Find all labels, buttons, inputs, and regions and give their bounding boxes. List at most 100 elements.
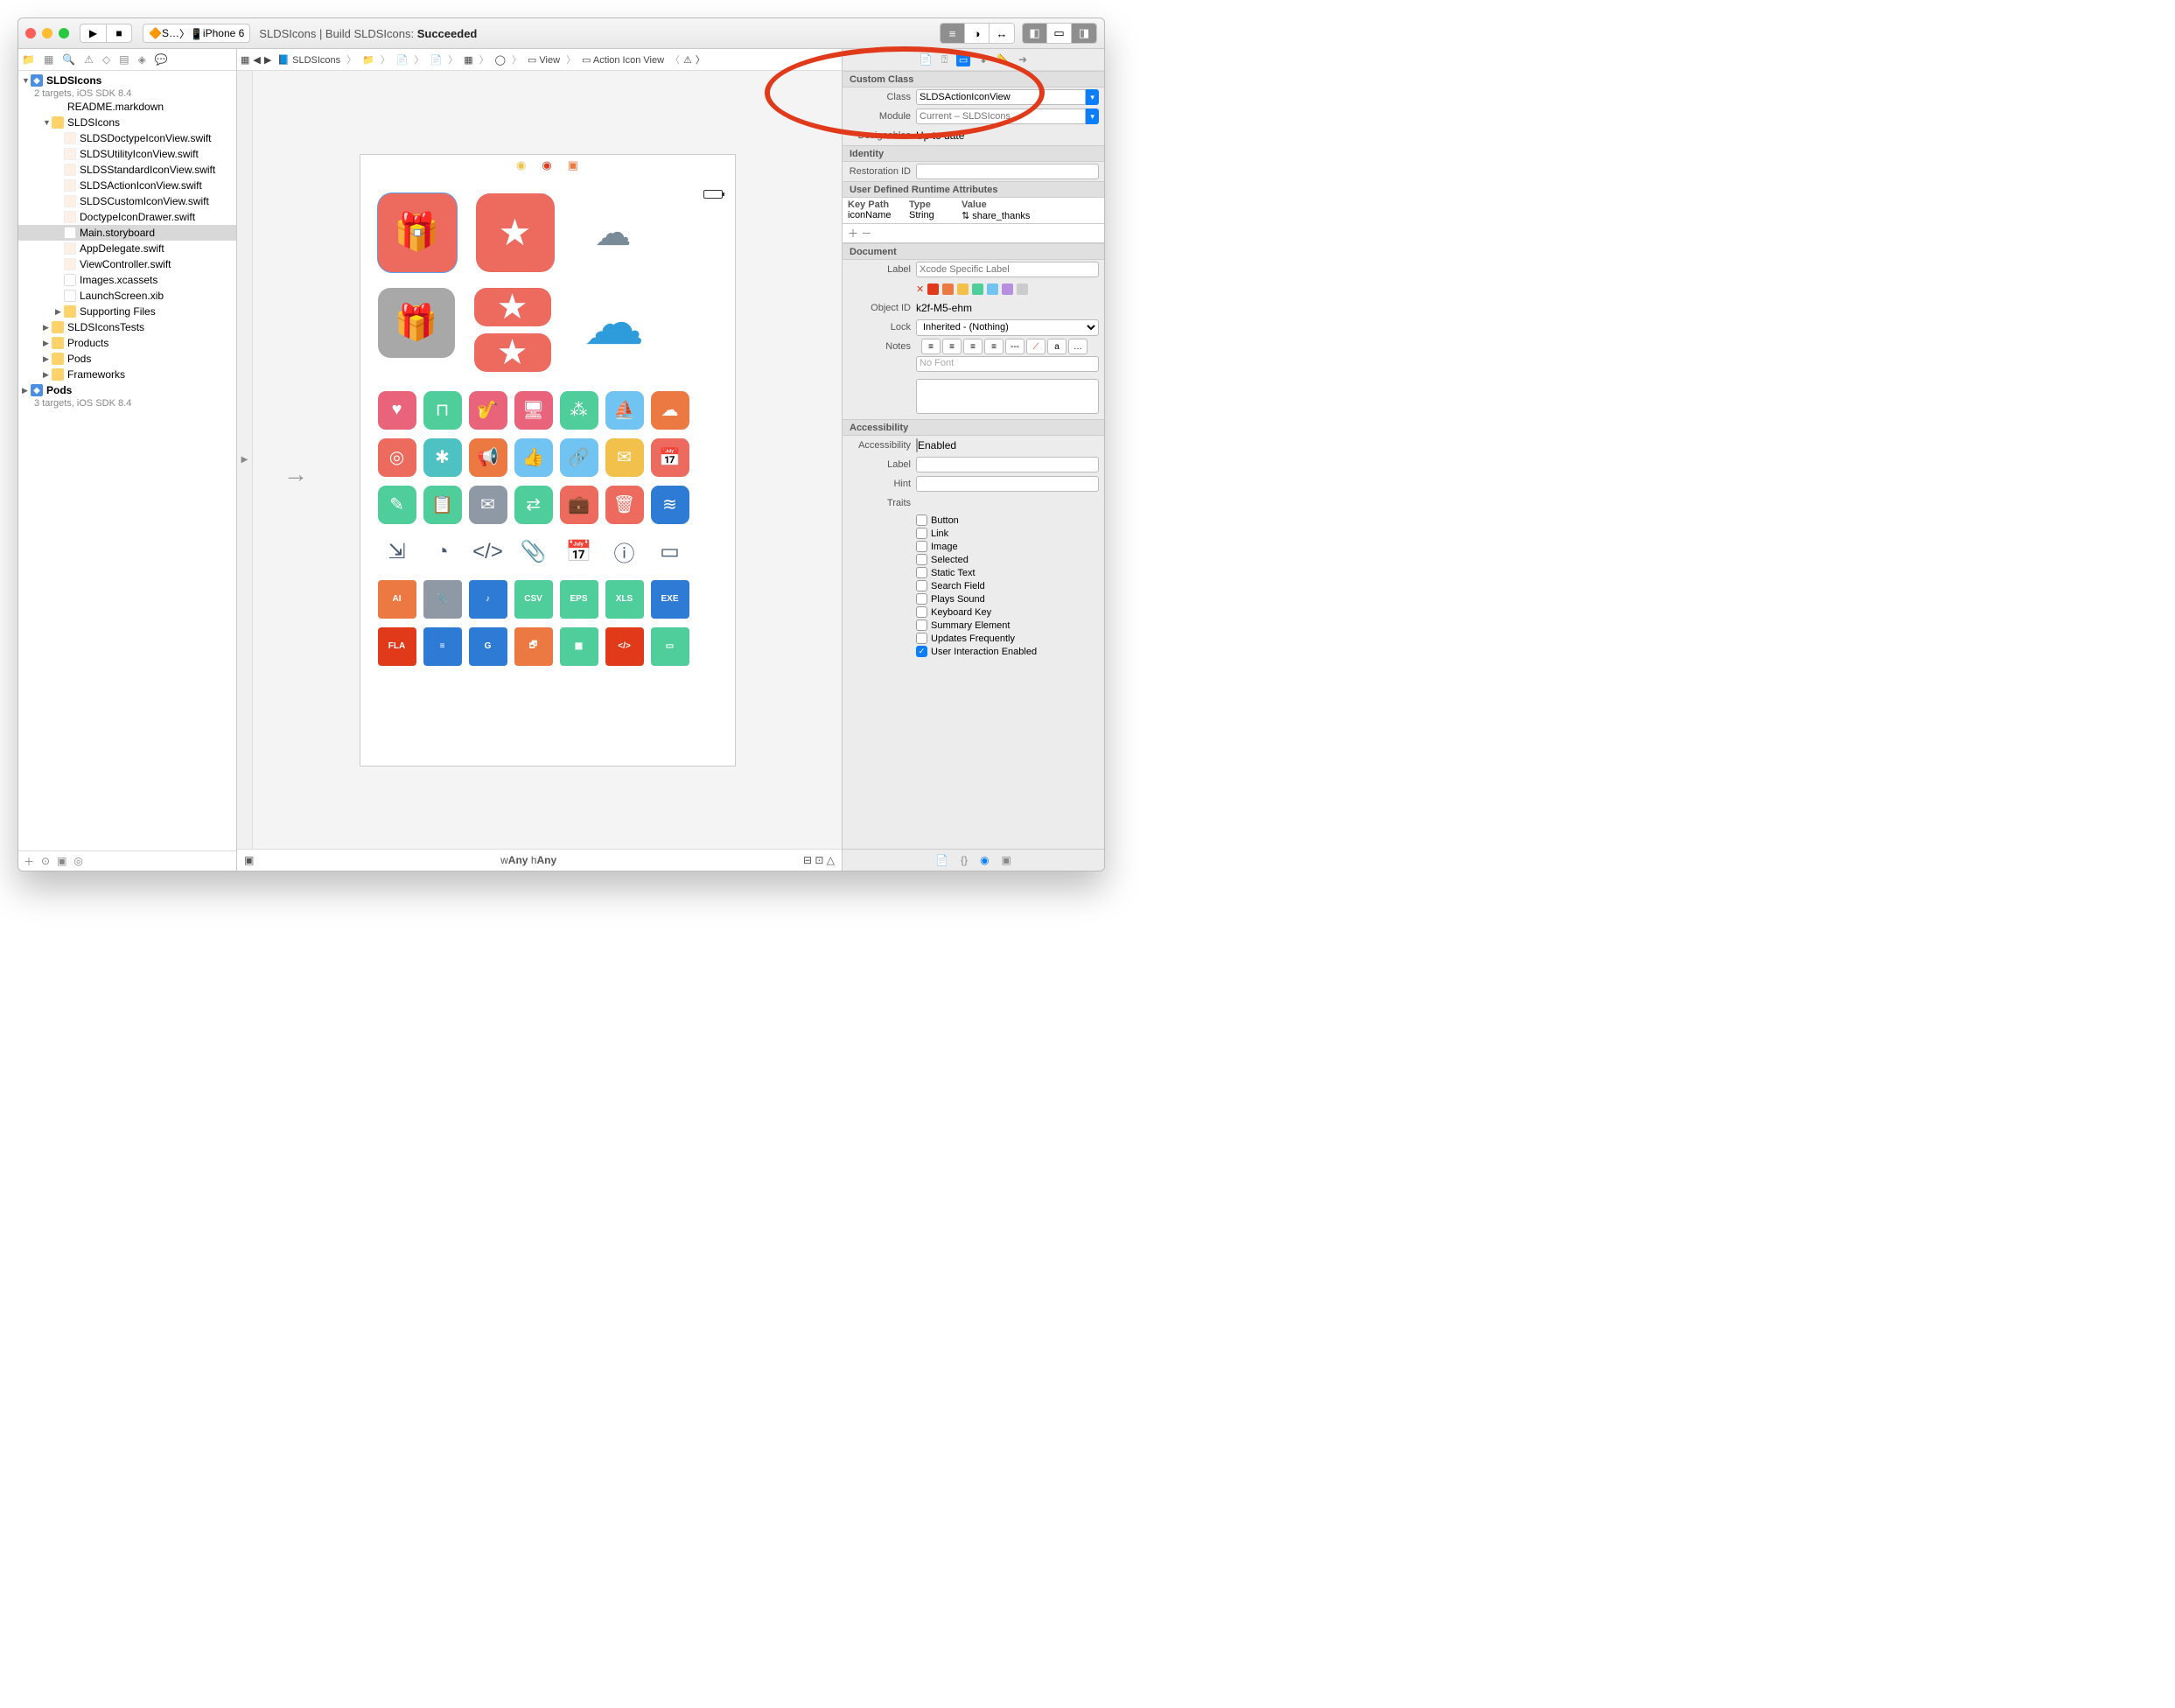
tree-item[interactable]: SLDSStandardIconView.swift bbox=[18, 162, 236, 178]
jump-bar[interactable]: ▦ ◀ ▶ 📘 SLDSIcons〉 📁〉 📄〉 📄〉 ▦〉 ◯〉 ▭ View… bbox=[237, 49, 842, 71]
lock-select[interactable]: Inherited - (Nothing) bbox=[916, 319, 1099, 336]
scene-first-responder-icon[interactable]: ◉ bbox=[516, 158, 526, 172]
grid-icon[interactable]: 💼 bbox=[560, 486, 598, 524]
file-inspector-icon[interactable]: 📄 bbox=[920, 53, 933, 66]
tree-item[interactable]: DoctypeIconDrawer.swift bbox=[18, 209, 236, 225]
tree-item[interactable]: AppDelegate.swift bbox=[18, 241, 236, 256]
add-target-icon[interactable]: ＋ bbox=[24, 854, 34, 869]
grid-icon[interactable]: FLA bbox=[378, 627, 416, 666]
grid-icon[interactable]: ◎ bbox=[378, 438, 416, 477]
notes-textarea[interactable] bbox=[916, 379, 1099, 414]
remove-attr-icon[interactable]: － bbox=[861, 228, 871, 240]
tree-item[interactable]: SLDSDoctypeIconView.swift bbox=[18, 130, 236, 146]
grid-icon[interactable]: </> bbox=[605, 627, 644, 666]
notes-font-field[interactable]: No Font bbox=[916, 356, 1099, 372]
grid-icon[interactable]: 👍 bbox=[514, 438, 553, 477]
resolve-icon[interactable]: △ bbox=[827, 854, 835, 866]
grid-icon[interactable]: 🔗 bbox=[560, 438, 598, 477]
acc-label-field[interactable] bbox=[916, 457, 1099, 472]
grid-icon[interactable]: ⇄ bbox=[514, 486, 553, 524]
grid-icon[interactable]: AI bbox=[378, 580, 416, 619]
tree-item[interactable]: ▶Pods bbox=[18, 351, 236, 367]
issue-nav-icon[interactable]: ⚠ bbox=[84, 53, 94, 66]
trait-item[interactable]: Button bbox=[916, 514, 1012, 526]
trait-item[interactable]: Image bbox=[916, 541, 1012, 552]
toggle-navigator[interactable]: ◧ bbox=[1023, 24, 1047, 43]
editor-assistant[interactable]: ◑ bbox=[965, 24, 990, 43]
grid-icon[interactable]: ✉ bbox=[469, 486, 507, 524]
grid-icon[interactable]: ▭ bbox=[651, 533, 689, 571]
breakpoint-nav-icon[interactable]: ◈ bbox=[138, 53, 146, 66]
document-outline-icon[interactable]: ▣ bbox=[244, 854, 254, 866]
tree-item[interactable]: SLDSActionIconView.swift bbox=[18, 178, 236, 193]
trait-item[interactable]: Selected bbox=[916, 554, 1012, 565]
size-inspector-icon[interactable]: 📏 bbox=[997, 53, 1010, 66]
restoration-field[interactable] bbox=[916, 164, 1099, 179]
grid-icon[interactable]: ✱ bbox=[423, 438, 462, 477]
trait-item[interactable]: ✓User Interaction Enabled bbox=[916, 646, 1099, 657]
report-nav-icon[interactable]: 💬 bbox=[155, 53, 168, 66]
size-class-control[interactable]: wAny hAny bbox=[254, 854, 803, 866]
stop-button[interactable]: ■ bbox=[106, 24, 132, 43]
project-nav-icon[interactable]: 📁 bbox=[22, 53, 35, 66]
grid-icon[interactable]: 🖥 bbox=[514, 391, 553, 430]
grid-icon[interactable]: ≡ bbox=[423, 627, 462, 666]
issues-icon[interactable]: ⚠ bbox=[683, 54, 692, 66]
tree-item[interactable]: SLDSUtilityIconView.swift bbox=[18, 146, 236, 162]
trait-item[interactable]: Plays Sound bbox=[916, 593, 1099, 605]
code-snippet-lib-icon[interactable]: {} bbox=[961, 854, 968, 866]
filter-menu-icon[interactable]: ◎ bbox=[73, 855, 82, 867]
trait-item[interactable]: Keyboard Key bbox=[916, 606, 1099, 618]
list-icon[interactable]: --- bbox=[1005, 339, 1025, 354]
grid-icon[interactable]: ⇲ bbox=[378, 533, 416, 571]
tree-item[interactable]: README.markdown bbox=[18, 99, 236, 115]
grid-icon[interactable]: ⓘ bbox=[605, 533, 644, 571]
tree-item[interactable]: LaunchScreen.xib bbox=[18, 288, 236, 304]
back-icon[interactable]: ◀ bbox=[253, 54, 260, 66]
tree-item[interactable]: SLDSCustomIconView.swift bbox=[18, 193, 236, 209]
trait-item[interactable]: Search Field bbox=[916, 580, 1099, 592]
grid-icon[interactable]: 📅 bbox=[560, 533, 598, 571]
trait-item[interactable]: Static Text bbox=[916, 567, 1099, 578]
grid-icon[interactable]: </> bbox=[469, 533, 507, 571]
editor-standard[interactable]: ≡ bbox=[941, 24, 965, 43]
align-center-icon[interactable]: ≡ bbox=[942, 339, 962, 354]
outline-toggle[interactable]: ▶ bbox=[237, 71, 253, 849]
help-inspector-icon[interactable]: ⍰ bbox=[941, 53, 948, 66]
scheme-selector[interactable]: 🔶 S… 〉📱 iPhone 6 bbox=[143, 24, 250, 43]
align-justify-icon[interactable]: ≡ bbox=[984, 339, 1004, 354]
file-tree[interactable]: ▼◆SLDSIcons 2 targets, iOS SDK 8.4 READM… bbox=[18, 71, 236, 850]
grid-icon[interactable]: CSV bbox=[514, 580, 553, 619]
gift-grey-icon[interactable]: 🎁 bbox=[378, 288, 455, 358]
filter-recent-icon[interactable]: ⊙ bbox=[41, 855, 50, 867]
run-button[interactable]: ▶ bbox=[80, 24, 106, 43]
tree-project[interactable]: ▼◆SLDSIcons bbox=[18, 73, 236, 88]
strike-icon[interactable]: ⟋ bbox=[1026, 339, 1046, 354]
test-nav-icon[interactable]: ◇ bbox=[102, 53, 110, 66]
zoom-window[interactable] bbox=[59, 28, 69, 38]
close-window[interactable] bbox=[25, 28, 36, 38]
filter-scm-icon[interactable]: ▣ bbox=[57, 855, 66, 867]
grid-icon[interactable]: ⁂ bbox=[560, 391, 598, 430]
class-dropdown-icon[interactable]: ▾ bbox=[1086, 89, 1099, 105]
grid-icon[interactable]: ◔ bbox=[423, 533, 462, 571]
editor-version[interactable]: ↔ bbox=[990, 24, 1014, 43]
module-dropdown-icon[interactable]: ▾ bbox=[1086, 108, 1099, 124]
tree-item[interactable]: Images.xcassets bbox=[18, 272, 236, 288]
trait-item[interactable]: Updates Frequently bbox=[916, 633, 1099, 644]
grid-icon[interactable]: 📎 bbox=[514, 533, 553, 571]
grid-icon[interactable]: ⊓ bbox=[423, 391, 462, 430]
tree-item[interactable]: ▶Supporting Files bbox=[18, 304, 236, 319]
object-lib-icon[interactable]: ◉ bbox=[980, 854, 989, 866]
cloud-blue-icon[interactable]: ☁ bbox=[570, 288, 658, 358]
star-small-icon-2[interactable]: ★ bbox=[474, 333, 551, 372]
add-attr-icon[interactable]: ＋ bbox=[848, 228, 858, 240]
font-a-icon[interactable]: a bbox=[1047, 339, 1067, 354]
storyboard-scene[interactable]: ◉ ◉ ▣ 🎁 ★ ☁ 🎁 ★ bbox=[360, 154, 736, 766]
trait-item[interactable]: Summary Element bbox=[916, 620, 1099, 631]
media-lib-icon[interactable]: ▣ bbox=[1002, 854, 1011, 866]
toggle-utilities[interactable]: ◨ bbox=[1072, 24, 1096, 43]
tree-project2[interactable]: ▶◆Pods bbox=[18, 382, 236, 398]
label-color-swatches[interactable]: ✕ bbox=[916, 282, 1099, 297]
grid-icon[interactable]: ✎ bbox=[378, 486, 416, 524]
